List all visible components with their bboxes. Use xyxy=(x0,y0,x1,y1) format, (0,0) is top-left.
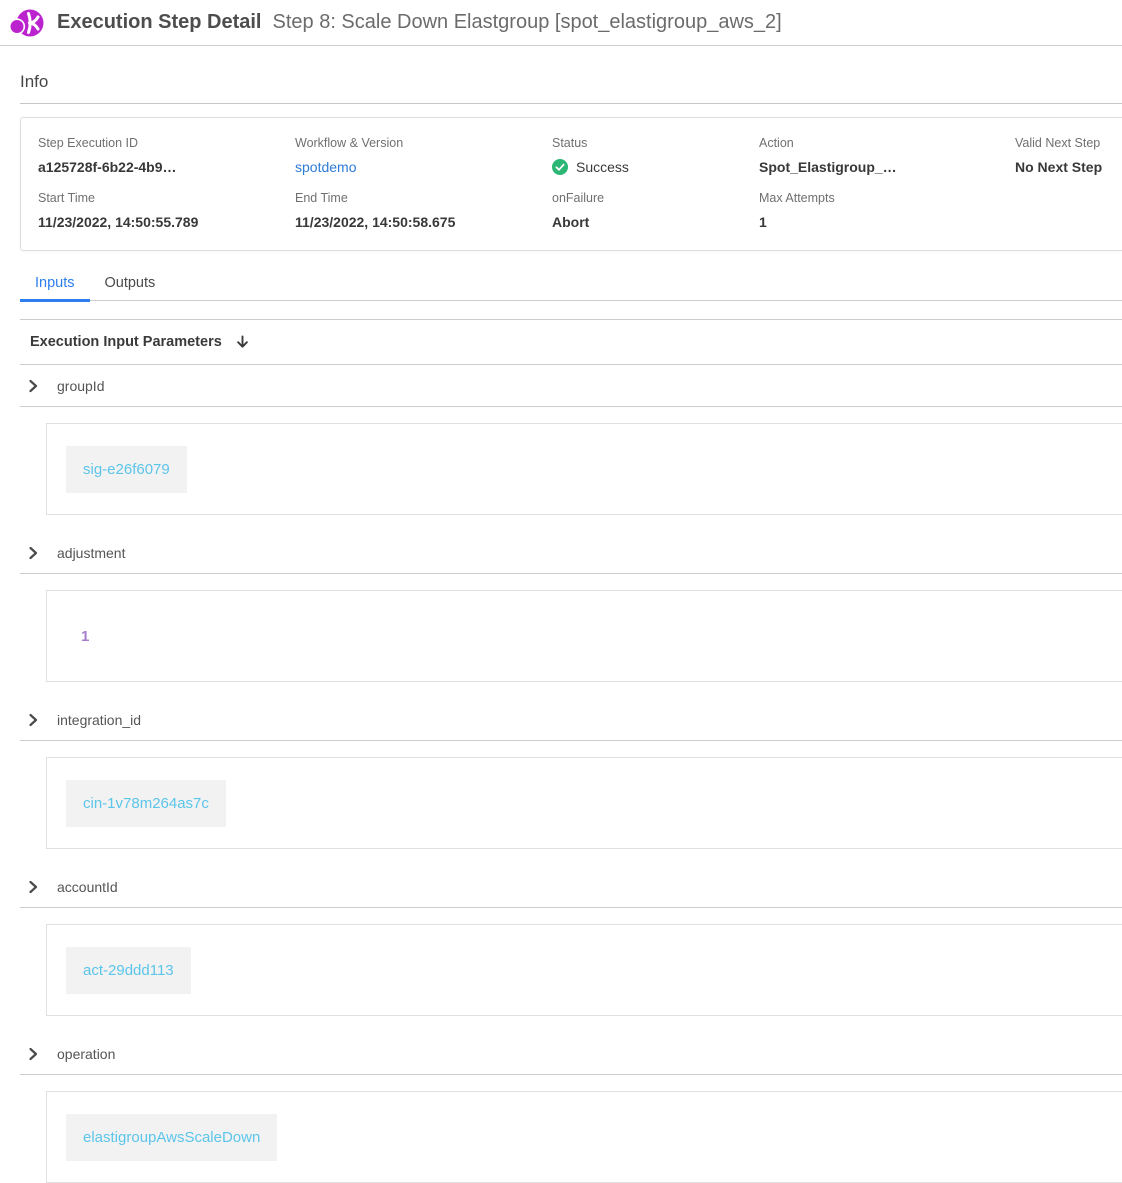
success-check-icon xyxy=(552,159,568,175)
param-row[interactable]: accountId xyxy=(20,866,1122,908)
info-field-label: Status xyxy=(552,136,759,150)
info-field: End Time 11/23/2022, 14:50:58.675 xyxy=(295,191,552,246)
info-field: Max Attempts 1 xyxy=(759,191,1015,246)
info-field-value: Spot_Elastigroup_… xyxy=(759,159,1015,175)
param-name: integration_id xyxy=(57,712,141,728)
param-name: accountId xyxy=(57,879,118,895)
info-field: Action Spot_Elastigroup_… xyxy=(759,136,1015,191)
param-value-card: cin-1v78m264as7c xyxy=(46,757,1122,849)
param-row[interactable]: operation xyxy=(20,1033,1122,1075)
info-field-label: End Time xyxy=(295,191,552,205)
page-subtitle: Step 8: Scale Down Elastgroup [spot_elas… xyxy=(273,11,782,34)
info-field-label: Workflow & Version xyxy=(295,136,552,150)
info-field-value-text: a125728f-6b22-4b9… xyxy=(38,159,177,175)
info-field-value: 11/23/2022, 14:50:55.789 xyxy=(38,214,295,230)
param-name: groupId xyxy=(57,378,104,394)
info-field: Start Time 11/23/2022, 14:50:55.789 xyxy=(38,191,295,246)
param-block: accountId act-29ddd113 xyxy=(20,866,1122,1016)
info-field-value-text: Abort xyxy=(552,214,589,230)
param-block: adjustment 1 xyxy=(20,532,1122,682)
chevron-right-icon[interactable] xyxy=(26,379,40,393)
info-field-label: Step Execution ID xyxy=(38,136,295,150)
info-field-label: Start Time xyxy=(38,191,295,205)
app-header: Execution Step Detail Step 8: Scale Down… xyxy=(0,0,1122,46)
page-title: Execution Step Detail xyxy=(57,11,262,34)
info-field-value-text: Spot_Elastigroup_… xyxy=(759,159,897,175)
execution-input-parameters-section: Execution Input Parameters groupId sig-e… xyxy=(20,319,1122,1183)
param-block: integration_id cin-1v78m264as7c xyxy=(20,699,1122,849)
info-field-value: No Next Step xyxy=(1015,159,1122,175)
param-row[interactable]: adjustment xyxy=(20,532,1122,574)
param-row[interactable]: integration_id xyxy=(20,699,1122,741)
info-field-value: a125728f-6b22-4b9… xyxy=(38,159,295,175)
info-field-value-text: 1 xyxy=(759,214,767,230)
info-field-value-text: 11/23/2022, 14:50:55.789 xyxy=(38,214,198,230)
info-field: Workflow & Version spotdemo xyxy=(295,136,552,191)
param-value: act-29ddd113 xyxy=(66,947,191,994)
param-value: 1 xyxy=(81,628,89,645)
info-field: onFailure Abort xyxy=(552,191,759,246)
info-field-value[interactable]: spotdemo xyxy=(295,159,552,175)
chevron-right-icon[interactable] xyxy=(26,1047,40,1061)
chevron-right-icon[interactable] xyxy=(26,546,40,560)
param-value-card: elastigroupAwsScaleDown xyxy=(46,1091,1122,1183)
info-field-value: 1 xyxy=(759,214,1015,230)
params-header-title: Execution Input Parameters xyxy=(30,334,222,350)
info-field-label: Valid Next Step xyxy=(1015,136,1122,150)
info-field-label: Action xyxy=(759,136,1015,150)
info-field-value: Success xyxy=(552,159,759,175)
info-divider xyxy=(20,103,1122,104)
param-block: groupId sig-e26f6079 xyxy=(20,365,1122,515)
arrow-down-icon[interactable] xyxy=(235,334,250,350)
info-field-label: Max Attempts xyxy=(759,191,1015,205)
info-field-value-text: No Next Step xyxy=(1015,159,1102,175)
params-header[interactable]: Execution Input Parameters xyxy=(20,320,1122,365)
tab-outputs[interactable]: Outputs xyxy=(90,268,171,300)
spot-logo-icon xyxy=(10,8,44,38)
info-field-label: onFailure xyxy=(552,191,759,205)
param-value-card: sig-e26f6079 xyxy=(46,423,1122,515)
info-field: Valid Next Step No Next Step xyxy=(1015,136,1122,191)
param-value-card: 1 xyxy=(46,590,1122,682)
info-field-value-text: spotdemo xyxy=(295,159,356,175)
param-name: operation xyxy=(57,1046,115,1062)
param-name: adjustment xyxy=(57,545,125,561)
info-field-value: 11/23/2022, 14:50:58.675 xyxy=(295,214,552,230)
info-field: Status Success xyxy=(552,136,759,191)
chevron-right-icon[interactable] xyxy=(26,880,40,894)
tab-inputs[interactable]: Inputs xyxy=(20,268,90,300)
info-section-title: Info xyxy=(20,72,1122,92)
param-value: elastigroupAwsScaleDown xyxy=(66,1114,277,1161)
chevron-right-icon[interactable] xyxy=(26,713,40,727)
info-card: Step Execution ID a125728f-6b22-4b9… Wor… xyxy=(20,117,1122,251)
param-block: operation elastigroupAwsScaleDown xyxy=(20,1033,1122,1183)
tab-bar: Inputs Outputs xyxy=(20,268,1122,301)
info-field: Step Execution ID a125728f-6b22-4b9… xyxy=(38,136,295,191)
param-row[interactable]: groupId xyxy=(20,365,1122,407)
info-field-value-text: 11/23/2022, 14:50:58.675 xyxy=(295,214,455,230)
info-field-value-text: Success xyxy=(576,159,629,175)
param-list: groupId sig-e26f6079 adjustment 1 in xyxy=(20,365,1122,1183)
param-value-card: act-29ddd113 xyxy=(46,924,1122,1016)
param-value: cin-1v78m264as7c xyxy=(66,780,226,827)
param-value: sig-e26f6079 xyxy=(66,446,187,493)
info-field-value: Abort xyxy=(552,214,759,230)
